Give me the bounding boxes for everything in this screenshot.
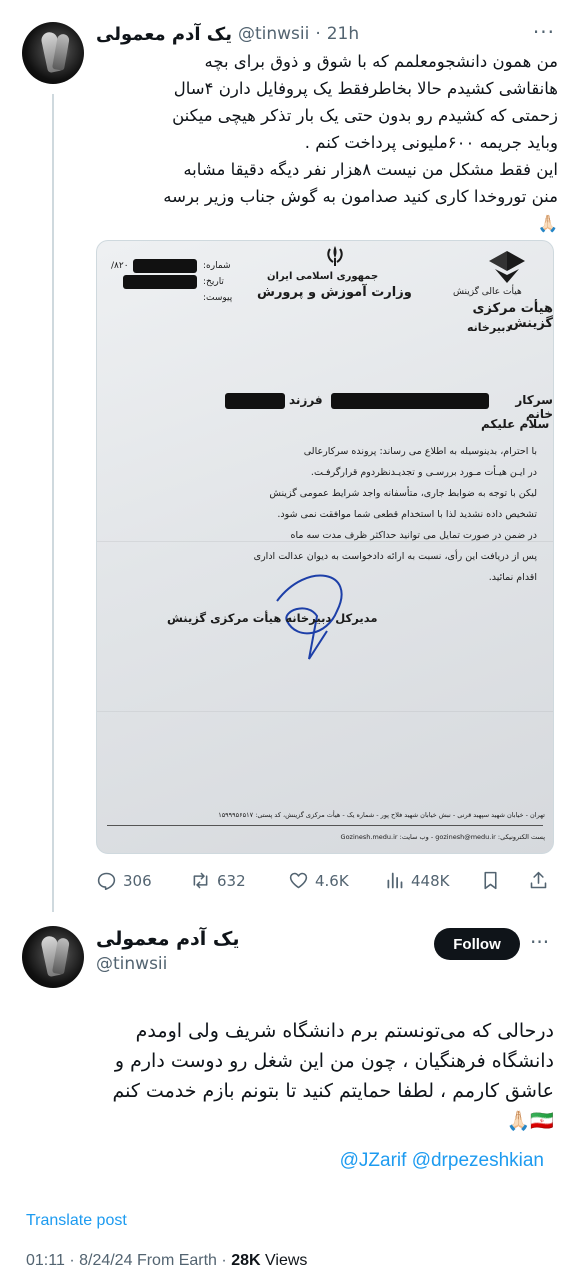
- bookmark-button[interactable]: [480, 870, 501, 891]
- org-small-text: هیأت عالی گزینش: [453, 287, 522, 297]
- field-attach-label: پیوست:: [203, 293, 233, 303]
- tweet-text-line: عاشق کارمم ، لطفا حمایتم کنید تا بتونم ب…: [112, 1080, 554, 1102]
- letter-line: تشخیص داده نشدید لذا با استخدام قطعی شما…: [277, 509, 537, 520]
- org-sub-text: دبیرخانه: [467, 321, 511, 334]
- reply-count: 306: [123, 871, 152, 890]
- tweet-text-line: منن توروخدا کاری کنید صدامون به گوش جناب…: [163, 187, 558, 206]
- footer-address: تهران - خیابان شهید سپهبد قرنی - نبش خیا…: [218, 811, 545, 819]
- ministry-top-text: جمهوری اسلامی ایران: [267, 271, 379, 282]
- ministry-name-text: وزارت آموزش و پرورش: [257, 285, 412, 300]
- redacted-father-name: [225, 393, 285, 409]
- more-options-icon[interactable]: ···: [533, 20, 555, 44]
- iran-emblem-icon: [327, 246, 343, 266]
- tweet-text-line: درحالی که می‌تونستم برم دانشگاه شریف ولی…: [135, 1020, 554, 1042]
- thread-connector-line: [52, 94, 54, 912]
- gozinesh-logo-icon: [489, 251, 525, 283]
- repost-button[interactable]: 632: [190, 870, 246, 891]
- tweet-header: یک آدم معمولی @tinwsii · 21h: [96, 20, 516, 48]
- views-total: 28K: [231, 1252, 261, 1269]
- tweet-action-bar: 306 632 4.6K 448K: [96, 870, 554, 894]
- handwritten-signature: [276, 574, 343, 660]
- tweet-text: درحالی که می‌تونستم برم دانشگاه شریف ولی…: [26, 1016, 554, 1136]
- views-button[interactable]: 448K: [384, 870, 449, 891]
- number-prefix: ۸۲۰/: [111, 261, 129, 271]
- translate-post-link[interactable]: Translate post: [26, 1212, 127, 1230]
- avatar[interactable]: [22, 22, 84, 84]
- separator-dot: ·: [315, 24, 321, 44]
- redacted-date: [123, 275, 197, 289]
- heart-icon: [289, 872, 308, 889]
- tweet-text-line: 🇮🇷🙏🏻: [506, 1110, 554, 1132]
- views-chart-icon: [387, 872, 403, 889]
- like-count: 4.6K: [315, 871, 349, 890]
- greeting-text: سلام علیکم: [481, 417, 550, 431]
- redacted-number: [133, 259, 197, 273]
- views-count: 448K: [411, 871, 450, 890]
- tweet-text-line: 🙏🏻: [537, 214, 558, 233]
- redacted-name: [331, 393, 489, 409]
- post-date[interactable]: 8/24/24: [79, 1252, 132, 1269]
- tweet-text-line: زحمتی که کشیدم رو بدون حتی یک بار تذکر ه…: [172, 106, 558, 125]
- share-icon: [530, 871, 547, 889]
- reply-button[interactable]: 306: [96, 870, 152, 891]
- letter-line: در ایـن هیـأت مـورد بررسـی و تجدیـدنظردو…: [310, 467, 537, 478]
- footer-web: پست الکترونیکی: gozinesh@medu.ir - وب سا…: [340, 833, 545, 841]
- avatar[interactable]: [22, 926, 84, 988]
- tweet-text-line: وباید جریمه ۶۰۰ملیونی پرداخت کنم .: [304, 133, 558, 152]
- author-name[interactable]: یک آدم معمولی: [96, 24, 232, 45]
- author-name[interactable]: یک آدم معمولی: [96, 928, 396, 950]
- more-options-icon[interactable]: ···: [530, 930, 549, 954]
- share-button[interactable]: [528, 870, 549, 891]
- separator-dot: ·: [221, 1252, 227, 1269]
- tweet-text-line: هانقاشی کشیدم حالا بخاطرفقط یک پروفایل د…: [173, 79, 558, 98]
- signatory-title: مدیرکل دبیرخانه هیأت مرکزی گزینش: [167, 611, 378, 625]
- repost-count: 632: [217, 871, 246, 890]
- tweet-text-line: من همون دانشجومعلمم که با شوق و ذوق برای…: [204, 52, 558, 71]
- reply-icon: [97, 872, 116, 891]
- bookmark-icon: [484, 871, 497, 890]
- letter-line: با احترام، بدینوسیله به اطلاع می رساند: …: [303, 446, 537, 457]
- follow-button[interactable]: Follow: [434, 928, 520, 960]
- field-date-label: تاریخ:: [203, 277, 224, 287]
- like-button[interactable]: 4.6K: [288, 870, 349, 891]
- tweet-text: من همون دانشجومعلمم که با شوق و ذوق برای…: [96, 48, 558, 237]
- attached-document-image[interactable]: جمهوری اسلامی ایران وزارت آموزش و پرورش …: [96, 240, 554, 854]
- tweet-text-line: دانشگاه فرهنگیان ، چون من این شغل رو دوس…: [114, 1050, 554, 1072]
- author-handle[interactable]: @tinwsii: [96, 954, 396, 974]
- views-label: Views: [265, 1252, 308, 1269]
- author-handle[interactable]: @tinwsii: [238, 24, 309, 44]
- post-time[interactable]: 01:11: [26, 1252, 65, 1269]
- tweet-header: یک آدم معمولی @tinwsii: [96, 928, 396, 974]
- letter-line: لیکن با توجه به ضوابط جاری، متأسفانه واج…: [269, 488, 537, 499]
- tweet-text-line: این فقط مشکل من نیست ۸هزار نفر دیگه دقیق…: [183, 160, 558, 179]
- repost-icon: [193, 872, 208, 889]
- field-number-label: شماره:: [203, 261, 231, 271]
- post-source: From Earth: [136, 1252, 217, 1269]
- tweet-timestamp[interactable]: 21h: [327, 24, 359, 44]
- mention-links[interactable]: @JZarif @drpezeshkian: [26, 1150, 544, 1172]
- tweet-metadata: 01:11 · 8/24/24 From Earth · 28K Views: [26, 1252, 307, 1270]
- separator-dot: ·: [69, 1252, 75, 1269]
- child-of-text: فرزند: [289, 393, 323, 407]
